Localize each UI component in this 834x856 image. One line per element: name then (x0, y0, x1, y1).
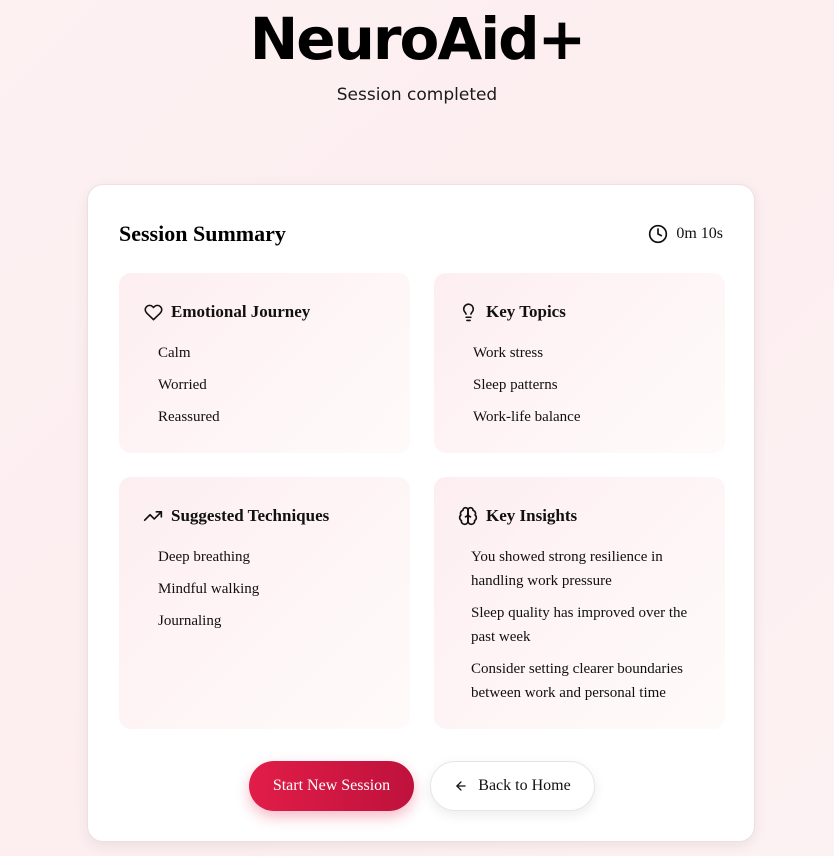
clock-icon (648, 224, 668, 244)
back-to-home-label: Back to Home (478, 777, 571, 794)
list-item: Sleep quality has improved over the past… (471, 605, 688, 645)
list-item: Mindful walking (158, 581, 260, 597)
start-new-session-button[interactable]: Start New Session (249, 761, 414, 811)
arrow-left-icon (454, 779, 468, 793)
lightbulb-icon (458, 302, 478, 322)
app-title: NeuroAid+ (249, 5, 587, 73)
list-item: Work-life balance (473, 409, 581, 425)
suggested-techniques-title: Suggested Techniques (171, 506, 330, 525)
list-item: You showed strong resilience in handling… (471, 549, 663, 589)
session-summary-card: Session Summary 0m 10s Emotional Journey… (87, 184, 755, 842)
list-item: Worried (158, 377, 207, 393)
suggested-techniques-panel: Suggested Techniques Deep breathing Mind… (119, 477, 410, 729)
key-insights-list: You showed strong resilience in handling… (471, 545, 703, 713)
summary-title: Session Summary (119, 221, 286, 246)
back-to-home-button[interactable]: Back to Home (430, 761, 595, 811)
key-topics-panel: Key Topics Work stress Sleep patterns Wo… (434, 273, 725, 453)
emotional-journey-title: Emotional Journey (171, 302, 311, 321)
list-item: Journaling (158, 613, 222, 629)
key-topics-list: Work stress Sleep patterns Work-life bal… (473, 341, 701, 437)
list-item: Work stress (473, 345, 544, 361)
emotional-journey-list: Calm Worried Reassured (158, 341, 386, 437)
key-insights-panel: Key Insights You showed strong resilienc… (434, 477, 725, 729)
list-item: Calm (158, 345, 191, 361)
emotional-journey-panel: Emotional Journey Calm Worried Reassured (119, 273, 410, 453)
key-topics-title: Key Topics (486, 302, 566, 321)
start-new-session-label: Start New Session (272, 777, 391, 794)
list-item: Consider setting clearer boundaries betw… (471, 661, 684, 701)
page-subtitle: Session completed (336, 85, 498, 105)
list-item: Reassured (158, 409, 220, 425)
duration-value: 0m 10s (676, 225, 723, 242)
brain-icon (458, 506, 478, 526)
suggested-techniques-list: Deep breathing Mindful walking Journalin… (158, 545, 386, 641)
list-item: Sleep patterns (473, 377, 558, 393)
heart-icon (143, 302, 163, 322)
key-insights-title: Key Insights (486, 506, 578, 525)
trending-up-icon (143, 506, 163, 526)
list-item: Deep breathing (158, 549, 251, 565)
session-duration: 0m 10s (648, 223, 723, 245)
